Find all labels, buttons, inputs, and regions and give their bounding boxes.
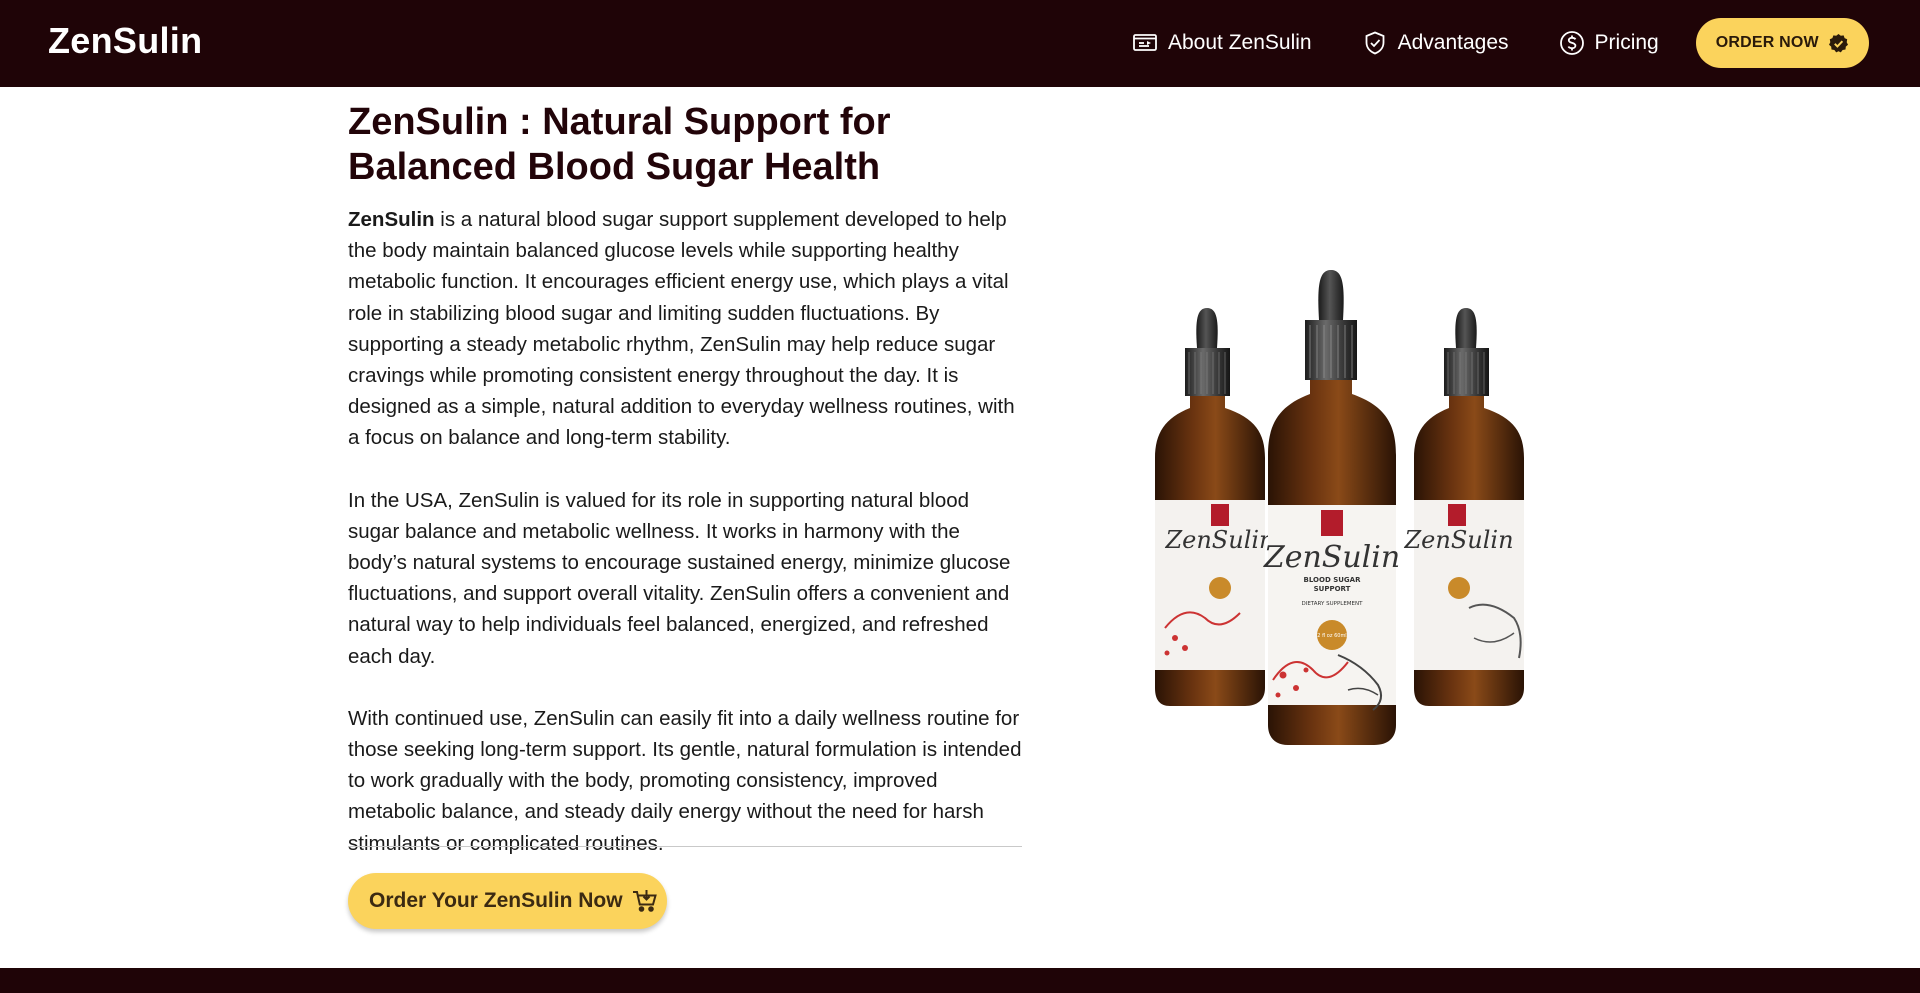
intro-brand-bold: ZenSulin [348, 208, 435, 231]
nav-links: About ZenSulin Advantages Pricing ORDER … [1132, 18, 1869, 68]
intro-paragraph-text: is a natural blood sugar support supplem… [348, 208, 1015, 450]
bottle-center: ZenSulin BLOOD SUGAR SUPPORT DIETARY SUP… [1263, 270, 1400, 745]
footer-strip [0, 968, 1920, 993]
shield-check-icon [1362, 30, 1388, 56]
nav-item-advantages-label: Advantages [1397, 31, 1509, 54]
nav-item-advantages[interactable]: Advantages [1362, 30, 1509, 56]
bottle-center-sub2: SUPPORT [1314, 585, 1351, 593]
nav-item-pricing[interactable]: Pricing [1559, 30, 1659, 56]
bottle-center-sub3: DIETARY SUPPLEMENT [1302, 601, 1364, 607]
page-title: ZenSulin : Natural Support for Balanced … [348, 101, 891, 188]
bottle-center-sub1: BLOOD SUGAR [1304, 576, 1362, 584]
order-now-label: ORDER NOW [1715, 34, 1819, 51]
nav-item-about-label: About ZenSulin [1168, 31, 1312, 54]
hero-content: ZenSulin : Natural Support for Balanced … [348, 100, 1024, 890]
nav-item-about[interactable]: About ZenSulin [1132, 30, 1312, 56]
bottle-right: ZenSulin [1403, 308, 1524, 706]
presentation-icon [1132, 30, 1158, 56]
top-navbar: ZenSulin About ZenSulin Advantages Prici… [0, 0, 1920, 87]
bottle-center-brand: ZenSulin [1263, 540, 1400, 575]
content-divider [348, 846, 1022, 847]
intro-paragraph: ZenSulin is a natural blood sugar suppor… [348, 204, 1024, 454]
nav-item-pricing-label: Pricing [1594, 31, 1659, 54]
shopping-cart-icon [631, 887, 659, 915]
order-zensulin-button[interactable]: Order Your ZenSulin Now [348, 873, 667, 929]
continued-use-paragraph: With continued use, ZenSulin can easily … [348, 706, 1022, 855]
brand-logo[interactable]: ZenSulin [48, 20, 202, 62]
order-now-button[interactable]: ORDER NOW [1695, 18, 1869, 68]
dollar-circle-icon [1559, 30, 1585, 56]
bottle-right-brand: ZenSulin [1403, 526, 1513, 554]
bottle-center-volume: 2 fl oz 60ml [1317, 633, 1346, 639]
bottle-left: ZenSulin [1155, 308, 1275, 706]
order-zensulin-label: Order Your ZenSulin Now [369, 889, 623, 912]
usa-paragraph: In the USA, ZenSulin is valued for its r… [348, 488, 1011, 668]
product-bottles-image: ZenSulin ZenSulin ZenSulin BLOOD SUGAR S… [1150, 270, 1540, 750]
check-badge-icon [1828, 33, 1849, 54]
bottle-left-brand: ZenSulin [1164, 526, 1274, 554]
